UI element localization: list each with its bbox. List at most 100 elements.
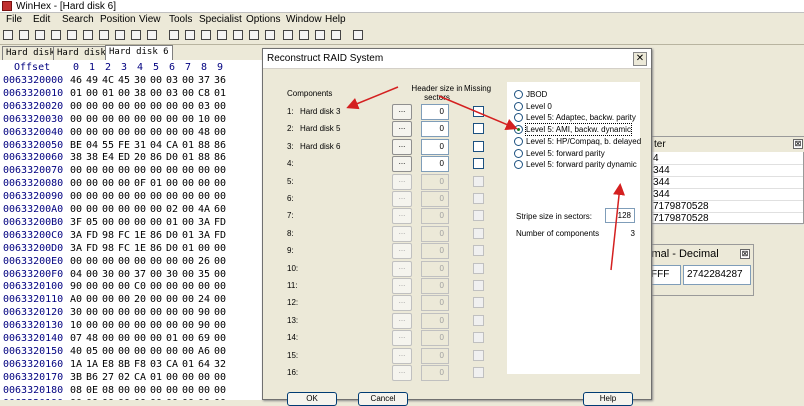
hex-byte[interactable]: 86 [148,242,164,255]
stripe-size-input[interactable]: 128 [605,208,635,223]
hex-byte[interactable]: 00 [212,177,228,190]
hex-byte[interactable]: 20 [132,293,148,306]
hex-byte[interactable]: 00 [100,100,116,113]
undo-icon[interactable] [82,29,95,42]
hex-byte[interactable]: ED [116,151,132,164]
hex-byte[interactable]: 00 [164,177,180,190]
hex-byte[interactable]: 45 [116,74,132,87]
missing-checkbox[interactable] [473,349,484,361]
hex-byte[interactable]: 03 [164,87,180,100]
hex-byte[interactable]: 00 [68,203,84,216]
hex-byte[interactable]: 00 [68,100,84,113]
hex-byte[interactable]: 00 [212,345,228,358]
header-size-input[interactable]: 0 [421,173,449,190]
hex-byte[interactable]: 90 [196,319,212,332]
missing-checkbox[interactable] [473,140,484,152]
hex-byte[interactable]: 00 [132,397,148,401]
hex-byte[interactable]: 3A [196,216,212,229]
browse-component-button[interactable]: ... [392,208,412,225]
hex-byte[interactable]: 00 [148,345,164,358]
missing-checkbox[interactable] [473,367,484,378]
hex-byte[interactable]: 3B [68,371,84,384]
hex-byte[interactable]: 00 [212,371,228,384]
decimal-value-field[interactable]: 2742284287 [683,265,751,285]
paste-icon[interactable] [130,29,143,42]
hex-byte[interactable]: 04 [148,139,164,152]
hex-byte[interactable]: 30 [164,268,180,281]
hex-byte[interactable]: 1E [132,242,148,255]
menu-help[interactable]: Help [325,13,346,27]
hex-byte[interactable]: 30 [132,74,148,87]
hex-byte[interactable]: 00 [84,306,100,319]
browse-component-button[interactable]: ... [392,278,412,294]
hex-byte[interactable]: 00 [180,397,196,401]
hex-byte[interactable]: 00 [180,306,196,319]
hex-byte[interactable]: 3F [68,216,84,229]
hex-byte[interactable]: 03 [148,358,164,371]
save-icon[interactable] [34,29,47,42]
hex-byte[interactable]: 38 [68,151,84,164]
hex-byte[interactable]: 00 [84,319,100,332]
header-size-input[interactable]: 0 [421,156,449,173]
book-icon[interactable] [352,29,365,42]
missing-checkbox[interactable] [473,193,484,204]
radio-button[interactable] [514,136,523,146]
hex-byte[interactable]: CA [164,139,180,152]
hex-byte[interactable]: 00 [212,126,228,139]
open-icon[interactable] [18,29,31,42]
hex-byte[interactable]: 00 [116,255,132,268]
hex-byte[interactable]: 00 [164,397,180,401]
hex-byte[interactable]: D0 [164,151,180,164]
hex-byte[interactable]: 00 [164,255,180,268]
ok-button[interactable]: OK [287,392,337,406]
hex-byte[interactable]: 05 [84,216,100,229]
hex-byte[interactable]: 00 [132,203,148,216]
hex-byte[interactable]: 00 [180,255,196,268]
menu-position[interactable]: Position [100,13,136,27]
browse-component-button[interactable]: ... [392,191,412,207]
hex-byte[interactable]: 38 [132,87,148,100]
hex-byte[interactable]: 0F [132,177,148,190]
hex-byte[interactable]: 00 [116,126,132,139]
hex-byte[interactable]: 00 [180,371,196,384]
hex-byte[interactable]: 00 [212,280,228,293]
hex-byte[interactable]: 00 [196,280,212,293]
hex-byte[interactable]: 00 [148,113,164,126]
menu-file[interactable]: File [6,13,22,27]
hex-byte[interactable]: 00 [84,280,100,293]
raid-level-option[interactable]: Level 0 [514,101,641,112]
hex-byte[interactable]: 00 [116,190,132,203]
hex-byte[interactable]: 01 [148,177,164,190]
hex-byte[interactable]: C8 [196,87,212,100]
hex-byte[interactable]: 00 [148,280,164,293]
header-size-input[interactable]: 0 [421,121,449,138]
hex-byte[interactable]: 00 [68,190,84,203]
hex-byte[interactable]: 00 [116,306,132,319]
hex-byte[interactable]: 86 [212,151,228,164]
hex-byte[interactable]: 00 [100,177,116,190]
menu-options[interactable]: Options [246,13,280,27]
hex-byte[interactable]: 00 [148,87,164,100]
hex-byte[interactable]: 00 [132,319,148,332]
hex-byte[interactable]: E4 [100,151,116,164]
header-size-input[interactable]: 0 [421,278,449,294]
hex-byte[interactable]: 01 [164,216,180,229]
hex-byte[interactable]: FD [84,242,100,255]
hex-byte[interactable]: 00 [84,100,100,113]
missing-checkbox[interactable] [473,123,484,135]
hex-byte[interactable]: 03 [164,74,180,87]
header-size-input[interactable]: 0 [421,347,449,364]
hex-byte[interactable]: 00 [116,113,132,126]
header-size-input[interactable]: 0 [421,295,449,312]
browse-component-button[interactable]: ... [392,260,412,277]
hex-byte[interactable]: 69 [196,332,212,345]
sector-icon[interactable] [330,29,343,42]
hex-byte[interactable]: 00 [164,190,180,203]
hex-byte[interactable]: 08 [100,384,116,397]
hex-byte[interactable]: 88 [196,139,212,152]
hex-byte[interactable]: 08 [68,384,84,397]
radio-button[interactable] [514,125,523,135]
hex-byte[interactable]: 00 [212,164,228,177]
hex-byte[interactable]: 88 [196,151,212,164]
hex-byte[interactable]: 86 [212,139,228,152]
